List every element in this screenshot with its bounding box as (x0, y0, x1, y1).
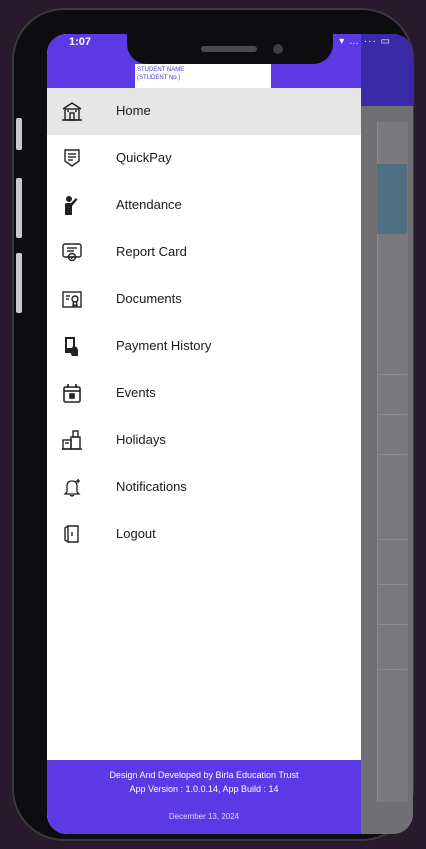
student-info: STUDENT NAME (STUDENT No.) (135, 64, 271, 88)
navigation-drawer: STUDENT NAME (STUDENT No.) Home QuickPay… (47, 34, 361, 834)
menu-item-logout[interactable]: Logout (47, 511, 361, 558)
background-divider (377, 539, 407, 540)
report-card-icon (61, 241, 83, 263)
home-icon (61, 100, 83, 122)
attendance-icon (61, 194, 83, 216)
app-version: App Version : 1.0.0.14, App Build : 14 (129, 784, 279, 794)
background-divider (377, 624, 407, 625)
menu-item-home[interactable]: Home (47, 88, 361, 135)
phone-volume-up-button (16, 178, 22, 238)
menu-item-notifications[interactable]: Notifications (47, 464, 361, 511)
menu-item-label: Attendance (116, 197, 182, 212)
phone-volume-down-button (16, 253, 22, 313)
menu-item-attendance[interactable]: Attendance (47, 182, 361, 229)
menu-item-label: Holidays (116, 432, 166, 447)
menu-item-holidays[interactable]: Holidays (47, 417, 361, 464)
screen: 1:07 ▾ … ··· ▭ STUDENT NAME (STUDENT No.… (47, 34, 413, 834)
background-divider (377, 454, 407, 455)
quickpay-icon (61, 147, 83, 169)
menu-item-label: Events (116, 385, 156, 400)
phone-frame: 1:07 ▾ … ··· ▭ STUDENT NAME (STUDENT No.… (12, 8, 414, 841)
menu-item-report-card[interactable]: Report Card (47, 229, 361, 276)
camera-notch (127, 34, 333, 64)
developer-credit: Design And Developed by Birla Education … (109, 770, 299, 780)
notifications-icon (61, 476, 83, 498)
menu-item-quickpay[interactable]: QuickPay (47, 135, 361, 182)
menu-item-payment-history[interactable]: Payment History (47, 323, 361, 370)
menu-item-label: Logout (116, 526, 156, 541)
menu-item-label: Report Card (116, 244, 187, 259)
menu-item-label: Home (116, 103, 151, 118)
menu-item-label: QuickPay (116, 150, 172, 165)
menu-item-events[interactable]: Events (47, 370, 361, 417)
phone-side-button (16, 118, 22, 150)
speaker (201, 46, 257, 52)
status-icons: ▾ … ··· ▭ (339, 36, 391, 47)
menu-item-documents[interactable]: Documents (47, 276, 361, 323)
background-banner-image (377, 164, 407, 234)
student-number: (STUDENT No.) (137, 75, 181, 81)
logout-icon (61, 523, 83, 545)
menu-item-label: Notifications (116, 479, 187, 494)
background-divider (377, 414, 407, 415)
drawer-menu: Home QuickPay Attendance Report Card Doc… (47, 88, 361, 558)
student-name: STUDENT NAME (137, 67, 185, 73)
payment-history-icon (61, 335, 83, 357)
build-date: December 13, 2024 (168, 812, 240, 821)
drawer-footer: Design And Developed by Birla Education … (47, 760, 361, 834)
events-icon (61, 382, 83, 404)
background-divider (377, 669, 407, 670)
status-time: 1:07 (69, 36, 92, 48)
menu-item-label: Documents (116, 291, 182, 306)
front-camera (273, 44, 283, 54)
background-divider (377, 584, 407, 585)
holidays-icon (61, 429, 83, 451)
menu-item-label: Payment History (116, 338, 212, 353)
background-divider (377, 374, 407, 375)
documents-icon (61, 288, 83, 310)
